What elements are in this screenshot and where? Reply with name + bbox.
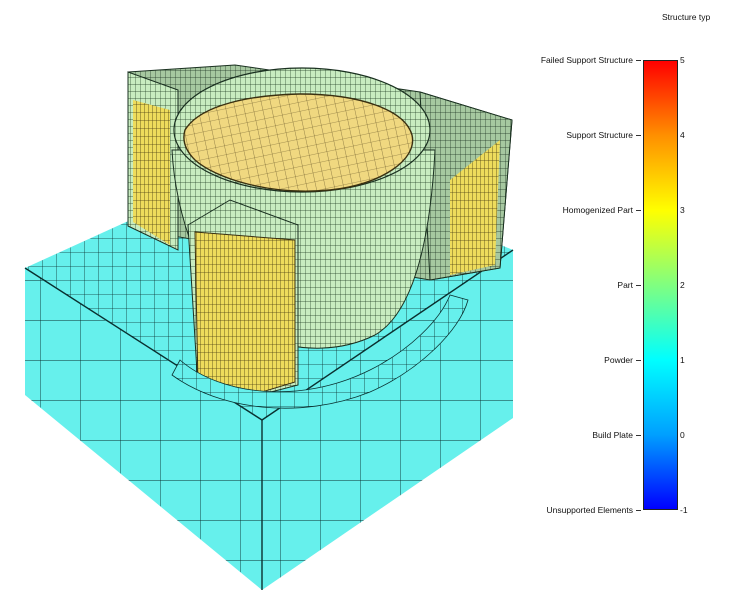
- legend-category-label: Build Plate: [592, 430, 633, 440]
- legend-tick-mark-left: [636, 510, 641, 511]
- legend-category-label: Powder: [604, 355, 633, 365]
- legend-tick-value: 4: [680, 130, 685, 140]
- legend-tick-mark-left: [636, 135, 641, 136]
- legend-tick-mark-left: [636, 285, 641, 286]
- left-pillar-yellow-face: [133, 100, 170, 245]
- legend-tick-mark-left: [636, 210, 641, 211]
- model-viewport[interactable]: Structure typ Failed Support Structure 5 S…: [0, 0, 751, 600]
- legend-tick-value: 5: [680, 55, 685, 65]
- legend-tick-value: 2: [680, 280, 685, 290]
- front-support-yellow-face: [194, 231, 296, 399]
- legend-tick-value: 0: [680, 430, 685, 440]
- legend-category-label: Failed Support Structure: [540, 55, 633, 65]
- legend-tick-mark-left: [636, 360, 641, 361]
- legend-tick-mark-left: [636, 60, 641, 61]
- colorbar: [643, 60, 678, 510]
- legend-category-label: Homogenized Part: [562, 205, 633, 215]
- legend-title: Structure typ: [662, 12, 711, 22]
- legend-tick-value: 1: [680, 355, 685, 365]
- legend-category-label: Part: [617, 280, 633, 290]
- legend-category-label: Unsupported Elements: [546, 505, 633, 515]
- legend-tick-mark-left: [636, 435, 641, 436]
- legend-category-label: Support Structure: [566, 130, 633, 140]
- legend-tick-value: -1: [680, 505, 688, 515]
- legend-tick-value: 3: [680, 205, 685, 215]
